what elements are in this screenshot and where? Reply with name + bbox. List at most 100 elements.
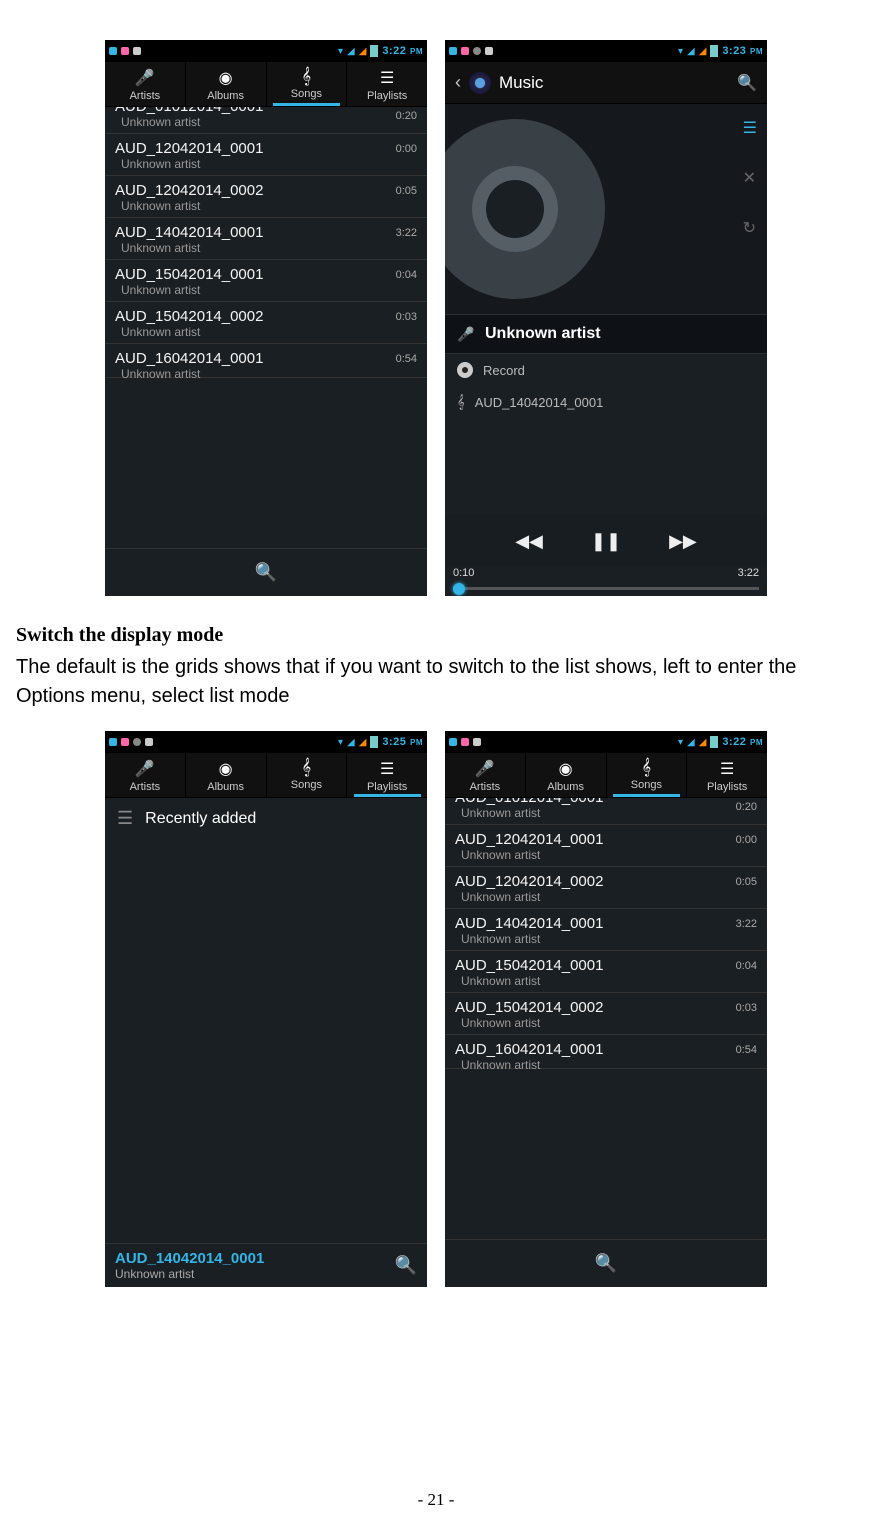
song-title: AUD_16042014_0001 [115, 350, 396, 367]
song-row[interactable]: AUD_01012014_0001Unknown artist 0:20 [445, 798, 767, 825]
song-duration: 0:54 [736, 1041, 757, 1056]
song-row[interactable]: AUD_12042014_0002Unknown artist 0:05 [105, 176, 427, 218]
album-art-disc [445, 119, 605, 299]
seek-thumb[interactable] [453, 583, 465, 595]
mic-icon: 🎤 [105, 759, 185, 779]
search-icon[interactable]: 🔍 [737, 73, 757, 93]
tab-albums[interactable]: ◉Albums [186, 753, 267, 797]
battery-icon [370, 736, 378, 748]
tab-albums[interactable]: ◉Albums [186, 62, 267, 106]
song-duration: 0:00 [736, 831, 757, 846]
song-row[interactable]: AUD_15042014_0001Unknown artist 0:04 [445, 951, 767, 993]
song-title: AUD_12042014_0002 [115, 182, 396, 199]
tab-bar: 🎤Artists ◉Albums 𝄞Songs ☰Playlists [105, 753, 427, 798]
app-title: Music [499, 73, 729, 93]
note-icon: 𝄞 [267, 68, 347, 86]
elapsed-time: 0:10 [453, 567, 474, 579]
prev-button[interactable]: ◀◀ [515, 531, 543, 552]
doc-body: The default is the grids shows that if y… [16, 653, 856, 711]
disc-icon: ◉ [186, 759, 266, 779]
tab-artists[interactable]: 🎤Artists [445, 753, 526, 797]
playlist-icon: ☰ [117, 808, 133, 829]
search-icon[interactable]: 🔍 [595, 1253, 617, 1274]
song-row[interactable]: AUD_14042014_0001Unknown artist 3:22 [445, 909, 767, 951]
song-row[interactable]: AUD_12042014_0001Unknown artist 0:00 [105, 134, 427, 176]
status-bar: ▾ ◢ ◢ 3:23 PM [445, 40, 767, 62]
status-bar: ▾ ◢ ◢ 3:22 PM [105, 40, 427, 62]
album-row[interactable]: Record [445, 354, 767, 386]
pause-button[interactable]: ❚❚ [591, 531, 621, 552]
tab-albums[interactable]: ◉Albums [526, 753, 607, 797]
screenshot-songs-list: ▾ ◢ ◢ 3:22 PM 🎤Artists ◉Albums 𝄞Songs ☰P… [105, 40, 427, 596]
signal-icon: ◢ [359, 46, 367, 57]
album-art-area: ☰ ✕ ↻ [445, 104, 767, 314]
song-row[interactable]: AUD_01012014_0001Unknown artist 0:20 [105, 107, 427, 134]
battery-icon [710, 736, 718, 748]
clock: 3:22 PM [382, 45, 423, 57]
screenshot-now-playing: ▾ ◢ ◢ 3:23 PM ‹ Music 🔍 ☰ ✕ ↻ [445, 40, 767, 596]
artist-label: Unknown artist [485, 325, 601, 343]
song-title: AUD_15042014_0002 [115, 308, 396, 325]
song-row[interactable]: AUD_12042014_0002Unknown artist 0:05 [445, 867, 767, 909]
song-row[interactable]: AUD_15042014_0002Unknown artist 0:03 [105, 302, 427, 344]
status-bar: ▾ ◢ ◢ 3:25 PM [105, 731, 427, 753]
tab-artists[interactable]: 🎤Artists [105, 753, 186, 797]
song-artist: Unknown artist [115, 367, 396, 381]
signal-icon: ◢ [699, 737, 707, 748]
song-duration: 0:20 [396, 107, 417, 122]
song-row[interactable]: AUD_16042014_0001Unknown artist 0:54 [105, 344, 427, 378]
tab-songs[interactable]: 𝄞Songs [607, 753, 688, 797]
search-icon[interactable]: 🔍 [255, 562, 277, 583]
song-artist: Unknown artist [455, 1058, 736, 1072]
song-list[interactable]: AUD_01012014_0001Unknown artist 0:20 AUD… [445, 798, 767, 1239]
song-row[interactable]: AUD_16042014_0001Unknown artist 0:54 [445, 1035, 767, 1069]
notif-icon [109, 738, 117, 746]
signal-icon: ◢ [347, 46, 355, 57]
playlist-row[interactable]: ☰ Recently added [105, 798, 427, 839]
song-title: AUD_01012014_0001 [455, 798, 736, 806]
song-title: AUD_12042014_0001 [115, 140, 396, 157]
song-list[interactable]: AUD_01012014_0001Unknown artist 0:20 AUD… [105, 107, 427, 548]
song-artist: Unknown artist [115, 199, 396, 213]
song-duration: 3:22 [736, 915, 757, 930]
song-title: AUD_01012014_0001 [115, 107, 396, 115]
song-artist: Unknown artist [455, 806, 736, 820]
song-duration: 0:04 [736, 957, 757, 972]
artist-row[interactable]: 🎤 Unknown artist [445, 314, 767, 354]
next-button[interactable]: ▶▶ [669, 531, 697, 552]
back-icon[interactable]: ‹ [455, 72, 461, 93]
repeat-icon[interactable]: ↻ [743, 218, 757, 238]
shuffle-icon[interactable]: ✕ [743, 168, 757, 188]
battery-icon [370, 45, 378, 57]
seek-slider[interactable] [445, 582, 767, 596]
tab-songs[interactable]: 𝄞Songs [267, 753, 348, 797]
song-artist: Unknown artist [455, 974, 736, 988]
song-row[interactable]: AUD_12042014_0001Unknown artist 0:00 [445, 825, 767, 867]
tab-playlists[interactable]: ☰Playlists [347, 753, 427, 797]
signal-icon: ◢ [699, 46, 707, 57]
song-duration: 0:03 [736, 999, 757, 1014]
notif-icon [485, 47, 493, 55]
track-row[interactable]: 𝄞 AUD_14042014_0001 [445, 386, 767, 418]
search-icon[interactable]: 🔍 [395, 1255, 417, 1276]
mic-icon: 🎤 [445, 759, 525, 779]
song-title: AUD_16042014_0001 [455, 1041, 736, 1058]
song-row[interactable]: AUD_14042014_0001Unknown artist 3:22 [105, 218, 427, 260]
tab-artists[interactable]: 🎤Artists [105, 62, 186, 106]
now-playing-bar[interactable]: AUD_14042014_0001 Unknown artist 🔍 [105, 1243, 427, 1287]
wifi-icon: ▾ [678, 737, 683, 748]
notif-icon [473, 738, 481, 746]
disc-icon: ◉ [186, 68, 266, 88]
notif-icon [473, 47, 481, 55]
tab-playlists[interactable]: ☰Playlists [347, 62, 427, 106]
tab-playlists[interactable]: ☰Playlists [687, 753, 767, 797]
album-label: Record [483, 363, 525, 378]
song-row[interactable]: AUD_15042014_0002Unknown artist 0:03 [445, 993, 767, 1035]
wifi-icon: ▾ [338, 46, 343, 57]
now-playing-header: ‹ Music 🔍 [445, 62, 767, 104]
queue-icon[interactable]: ☰ [743, 118, 757, 138]
tab-songs[interactable]: 𝄞Songs [267, 62, 348, 106]
song-row[interactable]: AUD_15042014_0001Unknown artist 0:04 [105, 260, 427, 302]
song-artist: Unknown artist [115, 283, 396, 297]
list-icon: ☰ [687, 759, 767, 779]
